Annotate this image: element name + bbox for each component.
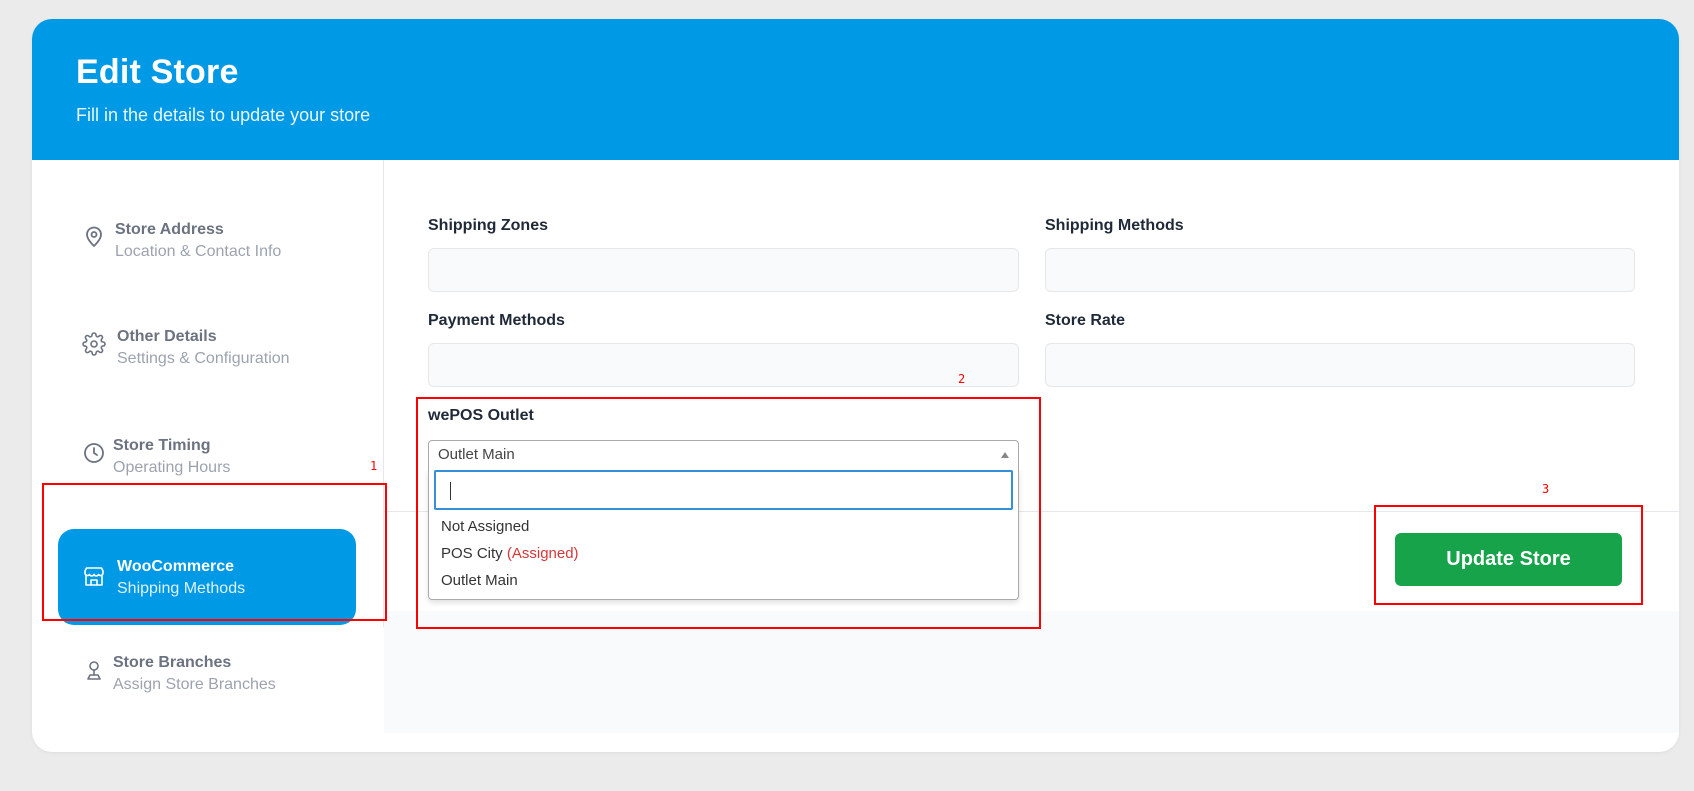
sidebar-item-woocommerce[interactable]: WooCommerce Shipping Methods <box>58 529 356 625</box>
sidebar-item-store-branches[interactable]: Store Branches Assign Store Branches <box>58 622 356 718</box>
shipping-zones-field[interactable] <box>428 248 1019 292</box>
map-pin-icon <box>82 225 106 249</box>
assigned-tag: (Assigned) <box>506 545 579 562</box>
chevron-up-icon <box>1001 452 1009 458</box>
sidebar-item-subtitle: Shipping Methods <box>117 580 246 597</box>
dropdown-search-input[interactable] <box>434 470 1013 510</box>
sidebar-item-subtitle: Assign Store Branches <box>113 676 276 693</box>
annotation-marker-1: 1 <box>370 459 378 473</box>
branch-pin-icon <box>82 658 106 682</box>
gear-icon <box>82 332 106 356</box>
sidebar-item-title: Store Branches <box>113 654 232 671</box>
page-subtitle: Fill in the details to update your store <box>76 105 371 125</box>
page-header: Edit Store Fill in the details to update… <box>32 19 1679 160</box>
update-store-button[interactable]: Update Store <box>1395 533 1622 586</box>
wepos-outlet-dropdown: Not Assigned POS City (Assigned) Outlet … <box>428 468 1019 600</box>
option-outlet-main[interactable]: Outlet Main <box>441 572 518 590</box>
sidebar-item-subtitle: Settings & Configuration <box>117 350 290 367</box>
clock-icon <box>82 441 106 465</box>
store-rate-label: Store Rate <box>1045 312 1126 329</box>
store-icon <box>82 565 106 589</box>
wepos-outlet-label: wePOS Outlet <box>428 407 534 424</box>
wepos-outlet-select[interactable]: Outlet Main <box>428 440 1019 469</box>
text-caret <box>450 482 451 500</box>
sidebar-item-title: Store Address <box>115 221 224 238</box>
sidebar-item-title: WooCommerce <box>117 558 235 575</box>
payment-methods-field[interactable] <box>428 343 1019 387</box>
sidebar-item-store-timing[interactable]: Store Timing Operating Hours <box>58 405 356 501</box>
sidebar-item-subtitle: Location & Contact Info <box>115 243 282 260</box>
shipping-methods-label: Shipping Methods <box>1045 217 1184 234</box>
option-label: POS City <box>441 545 503 562</box>
option-pos-city[interactable]: POS City (Assigned) <box>441 545 579 563</box>
page-title: Edit Store <box>76 53 239 91</box>
store-rate-field[interactable] <box>1045 343 1635 387</box>
sidebar: Store Address Location & Contact Info Ot… <box>32 160 384 693</box>
annotation-marker-3: 3 <box>1542 482 1550 496</box>
sidebar-item-title: Store Timing <box>113 437 211 454</box>
sidebar-item-subtitle: Operating Hours <box>113 459 231 476</box>
shipping-methods-field[interactable] <box>1045 248 1635 292</box>
sidebar-item-other-details[interactable]: Other Details Settings & Configuration <box>58 296 356 392</box>
shipping-zones-label: Shipping Zones <box>428 217 548 234</box>
payment-methods-label: Payment Methods <box>428 312 565 329</box>
annotation-marker-2: 2 <box>958 372 966 386</box>
option-label: Not Assigned <box>441 518 530 535</box>
option-not-assigned[interactable]: Not Assigned <box>441 518 529 536</box>
sidebar-item-store-address[interactable]: Store Address Location & Contact Info <box>58 189 356 285</box>
sidebar-item-title: Other Details <box>117 328 217 345</box>
form-footer <box>384 611 1679 733</box>
option-label: Outlet Main <box>441 572 518 589</box>
selected-value: Outlet Main <box>438 446 515 463</box>
